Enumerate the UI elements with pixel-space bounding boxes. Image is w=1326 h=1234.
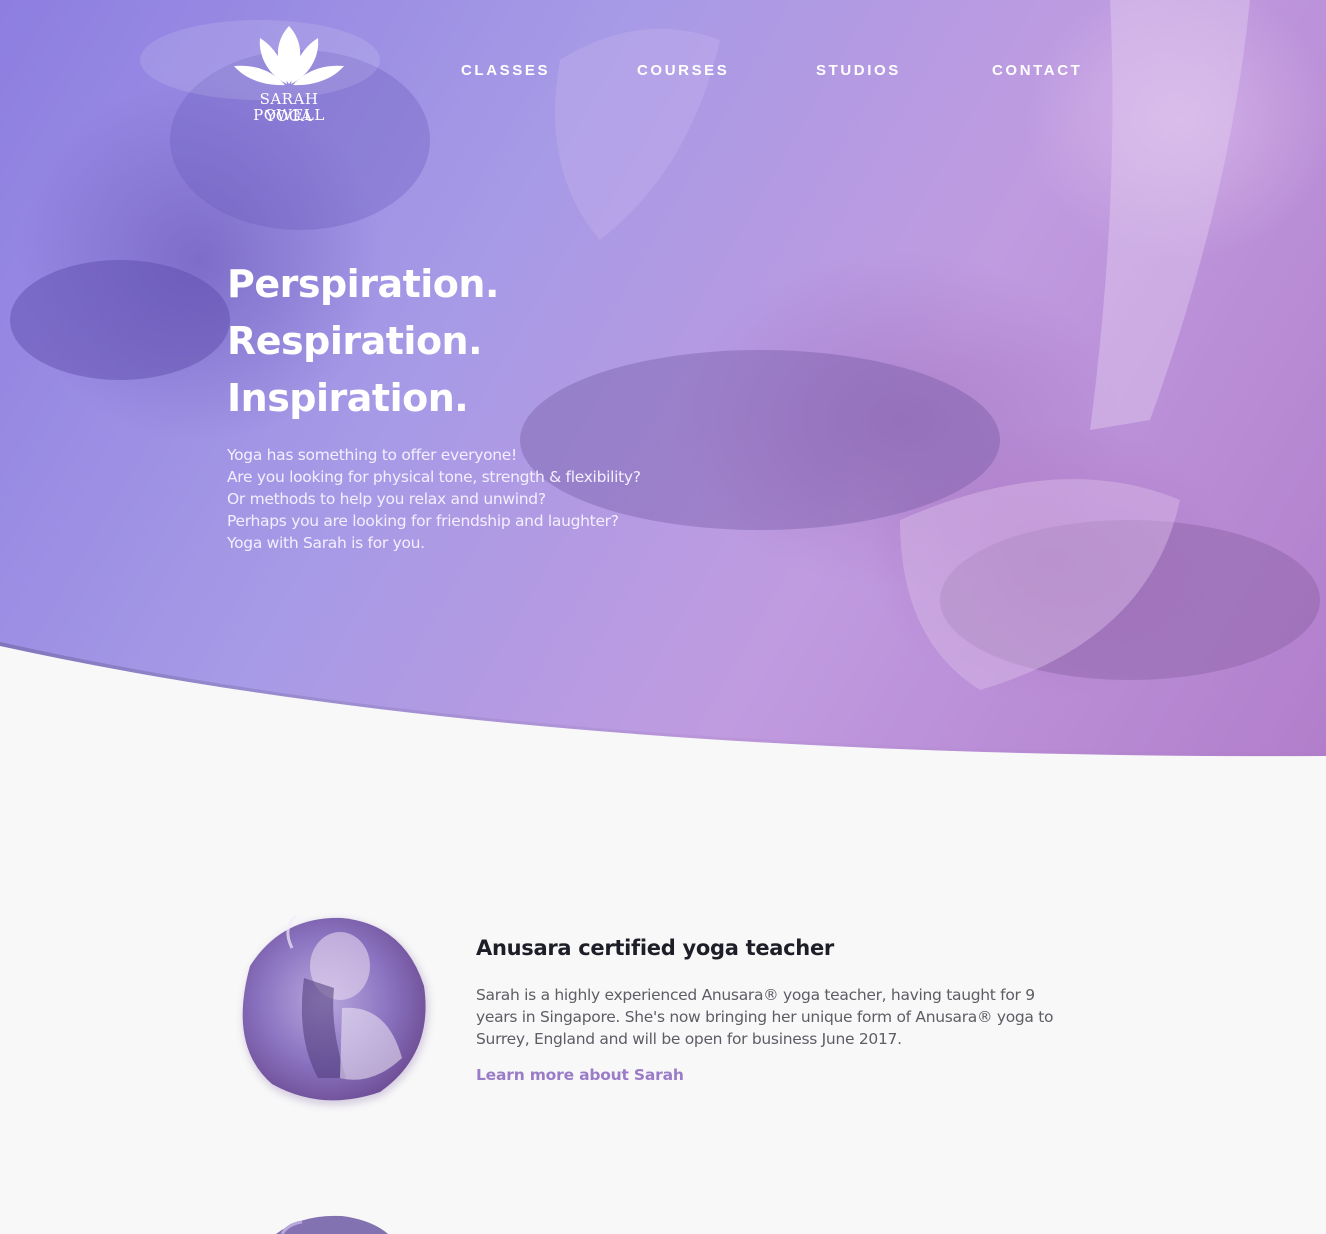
- intro-line: Perhaps you are looking for friendship a…: [227, 512, 619, 530]
- headline-line: Perspiration.: [227, 262, 499, 306]
- headline-line: Respiration.: [227, 319, 483, 363]
- headline-line: Inspiration.: [227, 376, 469, 420]
- about-text-line: Sarah is a highly experienced Anusara® y…: [476, 986, 1035, 1004]
- nav-classes[interactable]: CLASSES: [461, 62, 550, 79]
- intro-line: Or methods to help you relax and unwind?: [227, 490, 546, 508]
- hero-headline: Perspiration. Respiration. Inspiration.: [227, 256, 499, 427]
- main-nav: CLASSES COURSES STUDIOS CONTACT: [0, 62, 1326, 82]
- next-section-portrait: [276, 1215, 388, 1234]
- intro-line: Yoga with Sarah is for you.: [227, 534, 425, 552]
- teacher-portrait: [242, 914, 429, 1106]
- hero-bottom-curve: [0, 642, 1326, 760]
- hero-section: SARAH POWELL YOGA CLASSES COURSES STUDIO…: [0, 0, 1326, 760]
- nav-contact[interactable]: CONTACT: [992, 62, 1082, 79]
- intro-line: Yoga has something to offer everyone!: [227, 446, 517, 464]
- hero-intro: Yoga has something to offer everyone! Ar…: [227, 444, 641, 554]
- intro-line: Are you looking for physical tone, stren…: [227, 468, 641, 486]
- nav-studios[interactable]: STUDIOS: [816, 62, 901, 79]
- learn-more-link[interactable]: Learn more about Sarah: [476, 1066, 684, 1084]
- about-text-line: years in Singapore. She's now bringing h…: [476, 1008, 1054, 1026]
- about-text-line: Surrey, England and will be open for bus…: [476, 1030, 902, 1048]
- brand-subtitle: YOGA: [265, 107, 313, 125]
- about-description: Sarah is a highly experienced Anusara® y…: [476, 984, 1116, 1050]
- nav-courses[interactable]: COURSES: [637, 62, 729, 79]
- about-title: Anusara certified yoga teacher: [476, 936, 834, 960]
